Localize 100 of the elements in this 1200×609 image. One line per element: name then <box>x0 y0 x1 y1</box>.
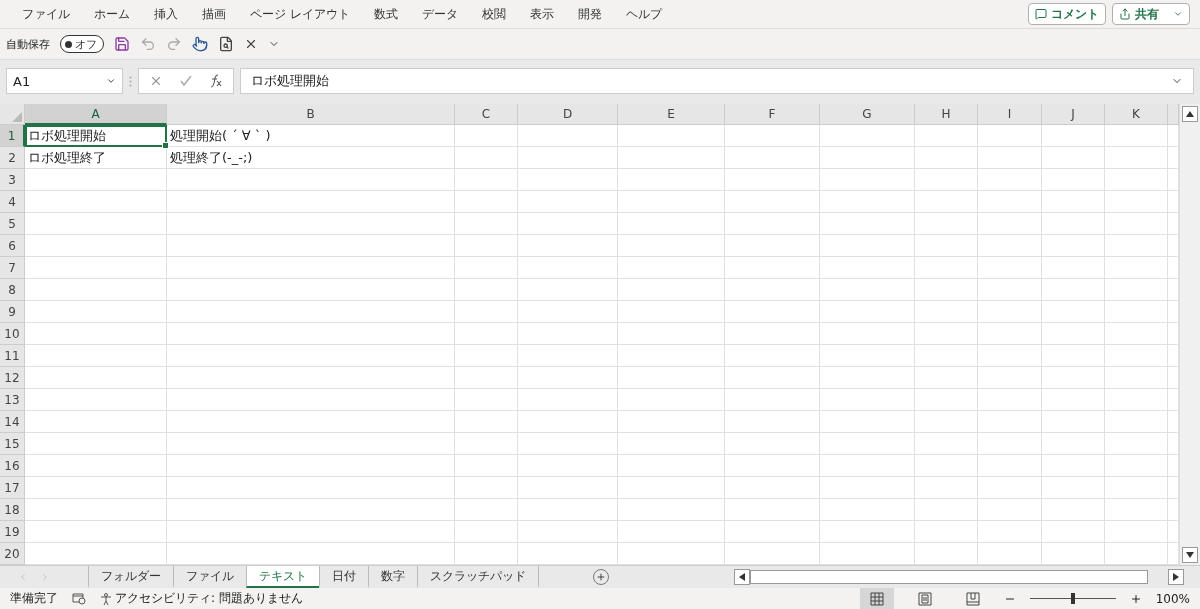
row-header[interactable]: 20 <box>0 543 25 565</box>
empty-cell[interactable] <box>725 477 820 499</box>
empty-cell[interactable] <box>1042 477 1105 499</box>
row-header[interactable]: 8 <box>0 279 25 301</box>
empty-cell[interactable] <box>518 477 618 499</box>
empty-cell[interactable] <box>725 367 820 389</box>
empty-cell[interactable] <box>820 477 915 499</box>
empty-cell[interactable] <box>1105 191 1168 213</box>
empty-cell[interactable] <box>915 301 978 323</box>
empty-cell[interactable] <box>1042 411 1105 433</box>
empty-cell[interactable] <box>725 235 820 257</box>
empty-cell[interactable] <box>167 521 455 543</box>
empty-cell[interactable] <box>978 389 1042 411</box>
empty-cell[interactable] <box>978 345 1042 367</box>
column-header[interactable]: I <box>978 104 1042 125</box>
column-header[interactable]: F <box>725 104 820 125</box>
empty-cell[interactable] <box>518 235 618 257</box>
table-cell[interactable]: ロボ処理開始 <box>25 125 167 147</box>
empty-cell[interactable] <box>167 191 455 213</box>
redo-icon[interactable] <box>166 36 182 52</box>
empty-cell[interactable] <box>518 323 618 345</box>
empty-cell[interactable] <box>455 521 518 543</box>
empty-cell[interactable] <box>167 301 455 323</box>
empty-cell[interactable] <box>915 191 978 213</box>
empty-cell[interactable] <box>518 499 618 521</box>
empty-cell[interactable] <box>1105 389 1168 411</box>
empty-cell[interactable] <box>1105 477 1168 499</box>
empty-cell[interactable] <box>618 367 725 389</box>
column-header[interactable]: J <box>1042 104 1105 125</box>
scroll-left-button[interactable] <box>734 569 750 585</box>
empty-cell[interactable] <box>518 411 618 433</box>
fill-handle[interactable] <box>162 142 169 149</box>
empty-cell[interactable] <box>167 279 455 301</box>
empty-cell[interactable] <box>455 411 518 433</box>
empty-cell[interactable] <box>618 345 725 367</box>
empty-cell[interactable] <box>1042 147 1105 169</box>
column-header[interactable]: E <box>618 104 725 125</box>
empty-cell[interactable] <box>518 367 618 389</box>
empty-cell[interactable] <box>1105 279 1168 301</box>
empty-cell[interactable] <box>820 323 915 345</box>
empty-cell[interactable] <box>820 125 915 147</box>
empty-cell[interactable] <box>978 433 1042 455</box>
comment-button[interactable]: コメント <box>1028 3 1106 25</box>
empty-cell[interactable] <box>455 367 518 389</box>
empty-cell[interactable] <box>518 147 618 169</box>
empty-cell[interactable] <box>978 279 1042 301</box>
share-button[interactable]: 共有 <box>1112 3 1190 25</box>
empty-cell[interactable] <box>820 191 915 213</box>
empty-cell[interactable] <box>820 279 915 301</box>
empty-cell[interactable] <box>725 433 820 455</box>
menu-tab[interactable]: 数式 <box>361 5 410 23</box>
empty-cell[interactable] <box>518 213 618 235</box>
empty-cell[interactable] <box>1105 367 1168 389</box>
empty-cell[interactable] <box>455 433 518 455</box>
hand-pointer-icon[interactable] <box>192 36 208 52</box>
vertical-scrollbar[interactable] <box>1179 104 1200 565</box>
view-button[interactable] <box>859 588 894 609</box>
empty-cell[interactable] <box>820 433 915 455</box>
empty-cell[interactable] <box>725 279 820 301</box>
empty-cell[interactable] <box>1042 323 1105 345</box>
menu-tab[interactable]: ヘルプ <box>613 5 674 23</box>
empty-cell[interactable] <box>725 125 820 147</box>
column-header[interactable]: A <box>25 104 167 125</box>
column-header[interactable]: K <box>1105 104 1168 125</box>
empty-cell[interactable] <box>618 169 725 191</box>
empty-cell[interactable] <box>167 477 455 499</box>
macro-record-icon[interactable] <box>72 592 86 605</box>
empty-cell[interactable] <box>978 411 1042 433</box>
empty-cell[interactable] <box>455 279 518 301</box>
empty-cell[interactable] <box>820 213 915 235</box>
row-header[interactable]: 18 <box>0 499 25 521</box>
empty-cell[interactable] <box>167 411 455 433</box>
next-sheet-icon[interactable] <box>40 572 50 582</box>
empty-cell[interactable] <box>455 301 518 323</box>
empty-cell[interactable] <box>915 521 978 543</box>
empty-cell[interactable] <box>978 323 1042 345</box>
empty-cell[interactable] <box>1042 279 1105 301</box>
empty-cell[interactable] <box>1105 323 1168 345</box>
empty-cell[interactable] <box>725 213 820 235</box>
empty-cell[interactable] <box>915 125 978 147</box>
empty-cell[interactable] <box>978 367 1042 389</box>
row-header[interactable]: 12 <box>0 367 25 389</box>
empty-cell[interactable] <box>725 191 820 213</box>
empty-cell[interactable] <box>518 389 618 411</box>
select-all-corner[interactable] <box>0 104 25 125</box>
empty-cell[interactable] <box>1042 125 1105 147</box>
row-header[interactable]: 17 <box>0 477 25 499</box>
empty-cell[interactable] <box>455 147 518 169</box>
empty-cell[interactable] <box>820 147 915 169</box>
empty-cell[interactable] <box>618 191 725 213</box>
menu-tab[interactable]: ページ レイアウト <box>238 5 362 23</box>
empty-cell[interactable] <box>915 235 978 257</box>
scroll-up-button[interactable] <box>1182 106 1198 122</box>
menu-tab[interactable]: 校閲 <box>469 5 518 23</box>
name-box[interactable]: A1 <box>6 68 123 94</box>
empty-cell[interactable] <box>455 389 518 411</box>
empty-cell[interactable] <box>725 499 820 521</box>
empty-cell[interactable] <box>1042 367 1105 389</box>
formula-input[interactable]: ロボ処理開始 <box>240 68 1194 94</box>
empty-cell[interactable] <box>518 455 618 477</box>
